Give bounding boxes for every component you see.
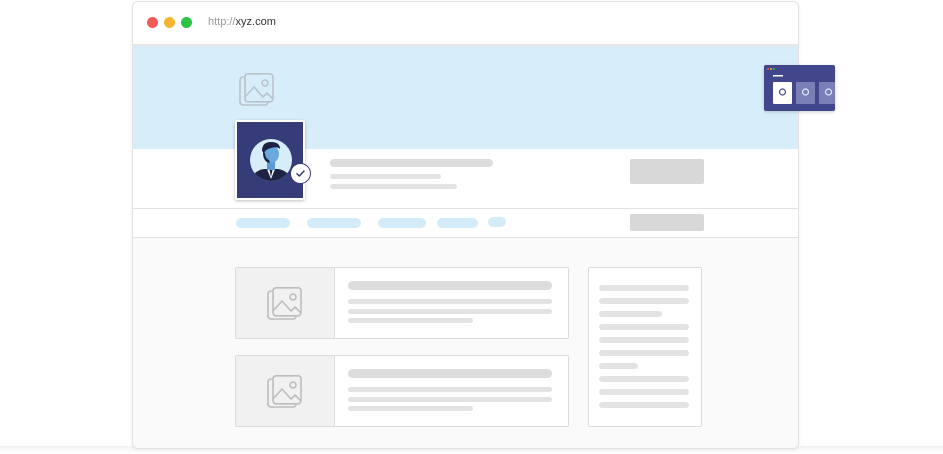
profile-name-placeholder bbox=[330, 159, 493, 167]
nav-tab-5[interactable] bbox=[488, 217, 506, 227]
sidebar-line-placeholder bbox=[599, 389, 689, 395]
card-line-placeholder bbox=[348, 309, 552, 314]
content-card[interactable] bbox=[235, 355, 569, 427]
sidebar-line-placeholder bbox=[599, 363, 638, 369]
sidebar-line-placeholder bbox=[599, 324, 689, 330]
sidebar-line-placeholder bbox=[599, 298, 689, 304]
sidebar-line-placeholder bbox=[599, 311, 662, 317]
sidebar-line-placeholder bbox=[599, 337, 689, 343]
profile-avatar[interactable] bbox=[235, 120, 305, 200]
profile-meta-placeholder bbox=[330, 184, 457, 189]
card-title-placeholder bbox=[348, 281, 552, 290]
browser-window: http://xyz.com bbox=[132, 1, 799, 449]
image-placeholder-icon bbox=[267, 287, 302, 320]
mini-browser-preview bbox=[767, 68, 838, 104]
content-card[interactable] bbox=[235, 267, 569, 339]
card-thumbnail bbox=[236, 268, 335, 338]
checkmark-icon bbox=[296, 170, 305, 177]
profile-subtitle-placeholder bbox=[330, 174, 441, 179]
image-placeholder-icon bbox=[239, 73, 274, 106]
card-line-placeholder bbox=[348, 318, 473, 323]
nav-tab-2[interactable] bbox=[307, 218, 361, 228]
maximize-window-button[interactable] bbox=[181, 17, 192, 28]
sidebar-line-placeholder bbox=[599, 376, 689, 382]
sidebar-line-placeholder bbox=[599, 350, 689, 356]
image-placeholder-icon bbox=[267, 375, 302, 408]
verified-badge bbox=[290, 163, 311, 184]
minimize-window-button[interactable] bbox=[164, 17, 175, 28]
follow-button[interactable] bbox=[630, 159, 704, 184]
floating-widget[interactable] bbox=[764, 65, 838, 111]
url-host: xyz.com bbox=[235, 16, 276, 28]
nav-tab-4[interactable] bbox=[437, 218, 478, 228]
card-line-placeholder bbox=[348, 397, 552, 402]
card-title-placeholder bbox=[348, 369, 552, 378]
card-line-placeholder bbox=[348, 299, 552, 304]
scene: http://xyz.com bbox=[0, 0, 943, 454]
person-avatar-icon bbox=[250, 139, 292, 181]
nav-tab-3[interactable] bbox=[378, 218, 426, 228]
sidebar-line-placeholder bbox=[599, 402, 689, 408]
sidebar-line-placeholder bbox=[599, 285, 689, 291]
card-thumbnail bbox=[236, 356, 335, 426]
card-line-placeholder bbox=[348, 406, 473, 411]
nav-tab-1[interactable] bbox=[236, 218, 290, 228]
card-line-placeholder bbox=[348, 387, 552, 392]
sidebar-card bbox=[588, 267, 702, 427]
close-window-button[interactable] bbox=[147, 17, 158, 28]
url-protocol: http:// bbox=[208, 16, 236, 28]
browser-titlebar: http://xyz.com bbox=[133, 2, 798, 46]
cover-banner bbox=[133, 46, 798, 149]
nav-action-button[interactable] bbox=[630, 214, 704, 231]
address-bar[interactable]: http://xyz.com bbox=[208, 15, 276, 29]
